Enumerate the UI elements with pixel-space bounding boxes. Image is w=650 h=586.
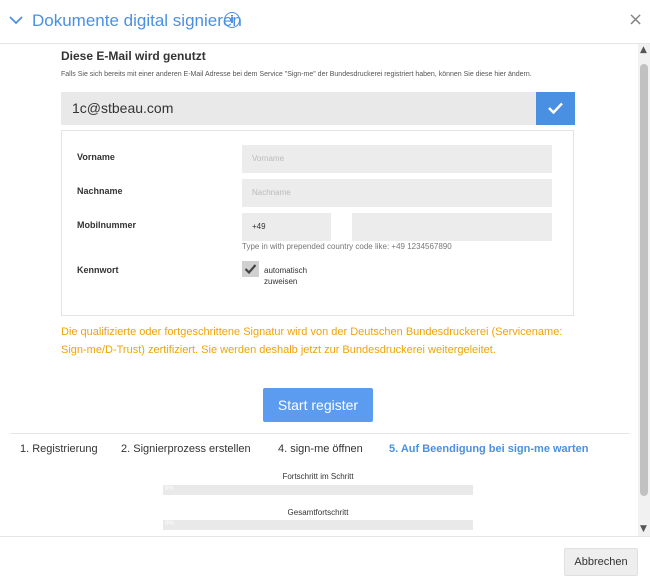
email-description: Falls Sie sich bereits mit einer anderen… [61, 71, 532, 78]
step-signierprozess: 2. Signierprozess erstellen [121, 443, 251, 455]
step-progress-label: Fortschritt im Schritt [282, 472, 354, 481]
start-register-button[interactable]: Start register [263, 388, 373, 422]
close-icon[interactable]: × [628, 9, 643, 30]
dialog-content: Diese E-Mail wird genutzt Falls Sie sich… [0, 44, 650, 536]
scroll-down-icon[interactable]: ▼ [640, 524, 647, 534]
confirm-email-button[interactable] [536, 92, 575, 125]
first-name-label: Vorname [77, 152, 115, 162]
last-name-label: Nachname [77, 186, 123, 196]
step-sign-me-oeffnen: 4. sign-me öffnen [278, 443, 363, 455]
dialog-header: Dokumente digital signieren i × [0, 0, 650, 44]
step-beendigung-warten: 5. Auf Beendigung bei sign-me warten [389, 443, 589, 455]
email-field[interactable]: 1c@stbeau.com [61, 92, 536, 125]
total-progress-label: Gesamtfortschritt [287, 508, 349, 517]
chevron-down-icon[interactable] [8, 12, 24, 28]
check-icon [244, 264, 257, 275]
registration-form: Vorname Vorname Nachname Nachname Mobiln… [61, 130, 574, 316]
scroll-up-icon[interactable]: ▲ [640, 45, 647, 55]
mobile-hint: Type in with prepended country code like… [242, 242, 452, 251]
step-progress-value: 0% [165, 486, 174, 492]
email-heading: Diese E-Mail wird genutzt [61, 49, 206, 63]
dialog-title: Dokumente digital signieren [32, 11, 242, 30]
cancel-button[interactable]: Abbrechen [564, 548, 638, 576]
auto-password-checkbox[interactable] [242, 261, 259, 277]
step-registrierung: 1. Registrierung [20, 443, 98, 455]
info-icon[interactable]: i [224, 12, 240, 28]
email-value: 1c@stbeau.com [72, 100, 174, 116]
first-name-input[interactable]: Vorname [242, 145, 552, 173]
mobile-number-input[interactable] [352, 213, 552, 241]
password-label: Kennwort [77, 265, 119, 275]
divider [10, 433, 630, 434]
bundesdruckerei-notice: Die qualifizierte oder fortgeschrittene … [61, 326, 563, 356]
step-progress-bar: 0% [163, 485, 473, 495]
scrollbar-thumb[interactable] [640, 64, 648, 496]
last-name-input[interactable]: Nachname [242, 179, 552, 207]
country-code-input[interactable]: +49 [242, 213, 331, 241]
total-progress-bar: 0% [163, 520, 473, 530]
dialog-footer: Abbrechen [0, 536, 650, 586]
auto-password-label: automatisch zuweisen [264, 266, 308, 286]
total-progress-value: 0% [165, 521, 174, 527]
check-icon [548, 102, 563, 115]
mobile-label: Mobilnummer [77, 220, 137, 230]
